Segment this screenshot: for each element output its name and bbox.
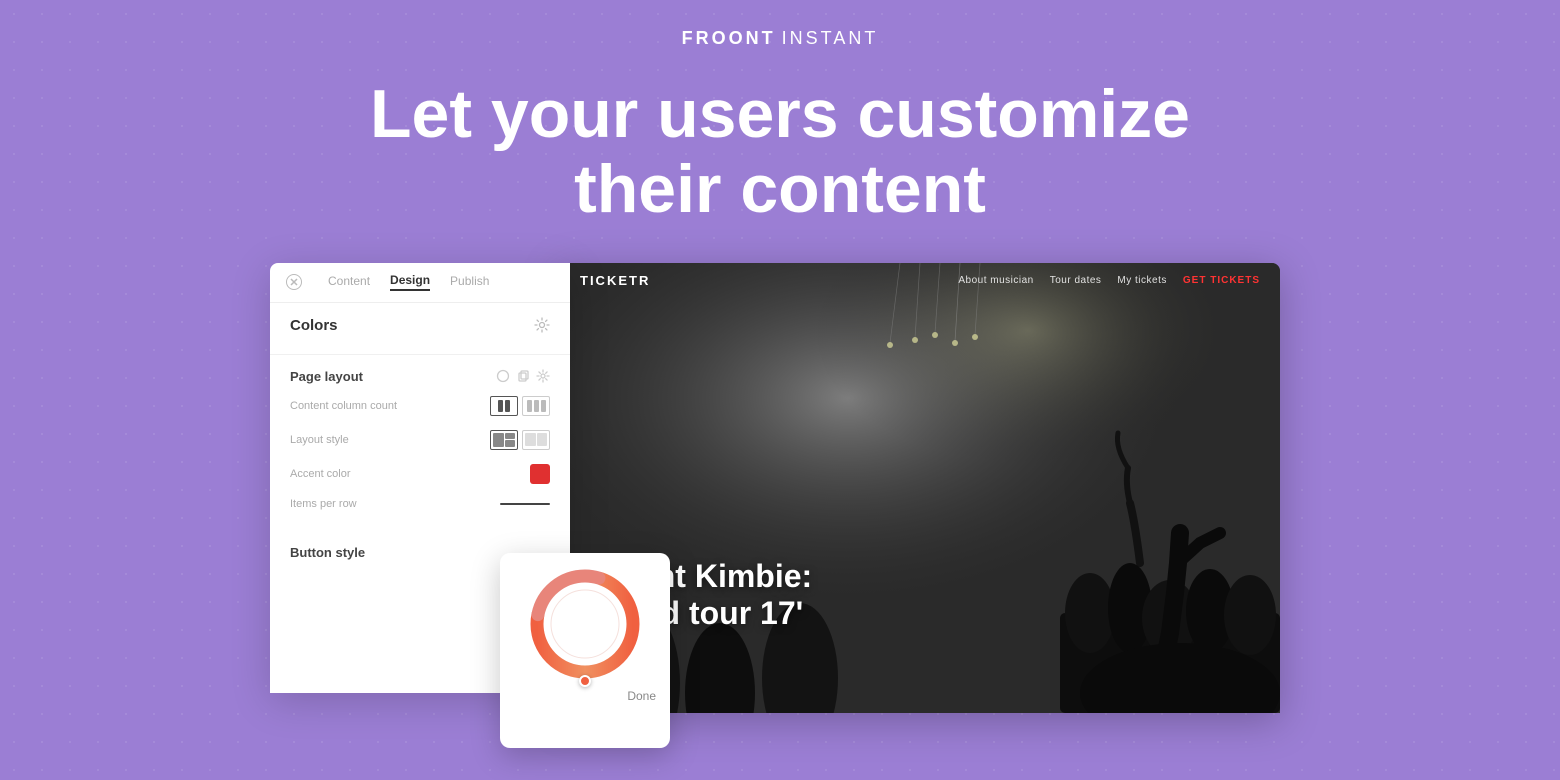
concert-site-logo: TICKETR <box>580 273 650 288</box>
logo-froont: FROONT <box>682 28 776 49</box>
gear-icon[interactable] <box>534 317 550 333</box>
nav-get-tickets[interactable]: GET TICKETS <box>1183 275 1260 286</box>
layout-opt-2[interactable] <box>522 430 550 450</box>
colors-section: Colors <box>270 303 570 355</box>
color-picker-handle[interactable] <box>579 675 591 687</box>
layout-style-label: Layout style <box>290 434 349 446</box>
hero-title: Let your users customize their content <box>370 77 1190 227</box>
nav-tour[interactable]: Tour dates <box>1050 275 1102 286</box>
accent-color-swatch[interactable] <box>530 464 550 484</box>
nav-mytickets[interactable]: My tickets <box>1117 275 1166 286</box>
colors-title: Colors <box>290 317 338 334</box>
done-button[interactable]: Done <box>627 689 656 703</box>
page-layout-icons <box>496 369 550 383</box>
items-per-row-row: Items per row <box>290 498 550 510</box>
close-button[interactable] <box>286 274 302 290</box>
button-style-title: Button style <box>290 545 365 560</box>
panel-tabs: Content Design Publish <box>270 263 570 303</box>
nav-about[interactable]: About musician <box>958 275 1033 286</box>
accent-color-label: Accent color <box>290 468 351 480</box>
copy-icon[interactable] <box>516 369 530 383</box>
col-opt-3[interactable] <box>522 396 550 416</box>
page-layout-section: Page layout Content c <box>270 355 570 534</box>
color-ring-container[interactable] <box>530 569 640 679</box>
tab-design[interactable]: Design <box>390 273 430 291</box>
top-bar: FROONT INSTANT <box>0 0 1560 59</box>
col-opt-2[interactable] <box>490 396 518 416</box>
hero-title-line2: their content <box>370 152 1190 227</box>
page-layout-header: Page layout <box>290 369 550 384</box>
column-count-options[interactable] <box>490 396 550 416</box>
tab-content[interactable]: Content <box>328 274 370 290</box>
logo-instant: INSTANT <box>782 28 879 49</box>
colors-section-header: Colors <box>290 317 550 334</box>
accent-color-row: Accent color <box>290 464 550 484</box>
page-layout-title: Page layout <box>290 369 363 384</box>
color-ring-svg <box>530 569 640 679</box>
settings-icon[interactable] <box>536 369 550 383</box>
items-per-row-control[interactable] <box>500 503 550 505</box>
concert-nav: TICKETR About musician Tour dates My tic… <box>560 263 1280 299</box>
concert-nav-links: About musician Tour dates My tickets GET… <box>958 275 1260 286</box>
screenshots-container: Content Design Publish Colors Page layou… <box>270 263 1290 713</box>
circle-icon[interactable] <box>496 369 510 383</box>
tab-publish[interactable]: Publish <box>450 274 489 290</box>
brand-logo: FROONT INSTANT <box>682 28 879 49</box>
close-icon <box>290 278 298 286</box>
layout-style-row: Layout style <box>290 430 550 450</box>
stepper-line[interactable] <box>500 503 550 505</box>
layout-style-options[interactable] <box>490 430 550 450</box>
color-picker-overlay: Done <box>500 553 670 748</box>
hero-title-line1: Let your users customize <box>370 77 1190 152</box>
column-count-label: Content column count <box>290 400 397 412</box>
layout-opt-1[interactable] <box>490 430 518 450</box>
items-per-row-label: Items per row <box>290 498 357 510</box>
column-count-row: Content column count <box>290 396 550 416</box>
